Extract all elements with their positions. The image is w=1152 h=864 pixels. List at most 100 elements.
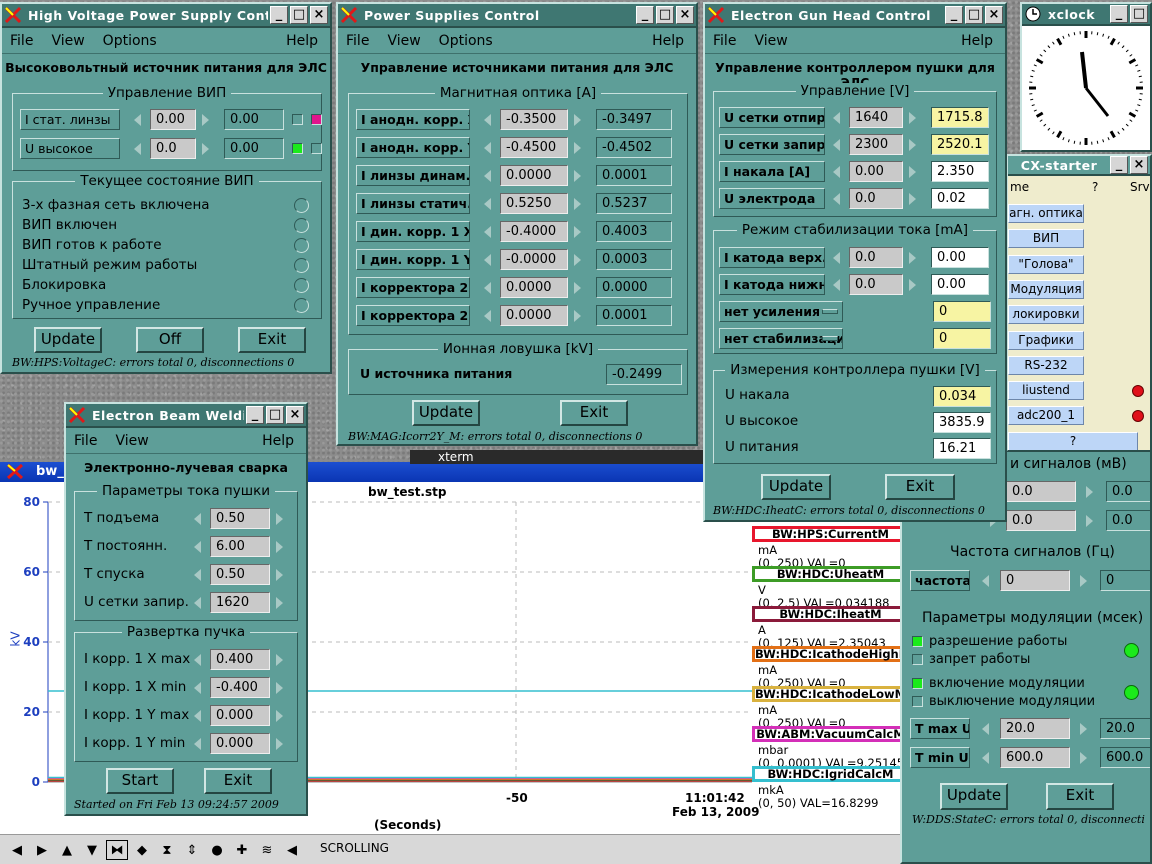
decrement-icon[interactable] — [192, 707, 208, 725]
increment-icon[interactable] — [570, 279, 586, 297]
setpoint-field[interactable]: 0.0 — [150, 138, 196, 159]
decrement-icon[interactable] — [482, 195, 498, 213]
setpoint-field[interactable]: -0.4000 — [500, 221, 568, 242]
menu-view[interactable]: View — [754, 33, 787, 49]
decrement-icon[interactable] — [132, 140, 148, 158]
increment-icon[interactable] — [1082, 483, 1098, 501]
decrement-icon[interactable] — [831, 136, 847, 154]
decrement-icon[interactable] — [192, 566, 208, 584]
increment-icon[interactable] — [905, 163, 921, 181]
zoom-out-h-icon[interactable]: ◆ — [131, 840, 153, 860]
increment-icon[interactable] — [272, 538, 288, 556]
maximize-button[interactable]: □ — [266, 406, 284, 424]
increment-icon[interactable] — [198, 140, 214, 158]
scroll-back-icon[interactable]: ◀ — [281, 840, 303, 860]
increment-icon[interactable] — [570, 307, 586, 325]
param-field[interactable]: 0.50 — [210, 508, 270, 529]
cx-item-button[interactable]: RS-232 — [1008, 355, 1084, 375]
close-button[interactable]: × — [676, 6, 694, 24]
arrow-down-icon[interactable]: ▼ — [81, 840, 103, 860]
increment-icon[interactable] — [272, 594, 288, 612]
minimize-button[interactable]: _ — [246, 406, 264, 424]
zoom-out-v-icon[interactable]: ⇕ — [181, 840, 203, 860]
decrement-icon[interactable] — [980, 749, 996, 767]
decrement-icon[interactable] — [482, 279, 498, 297]
param-field[interactable]: 0.000 — [210, 705, 270, 726]
menu-help[interactable]: Help — [262, 433, 294, 449]
increment-icon[interactable] — [272, 566, 288, 584]
update-button[interactable]: Update — [940, 783, 1008, 810]
setpoint-field[interactable]: 0.00 — [150, 109, 196, 130]
menu-file[interactable]: File — [74, 433, 97, 449]
increment-icon[interactable] — [905, 190, 921, 208]
increment-icon[interactable] — [905, 109, 921, 127]
cx-starter-titlebar[interactable]: CX-starter _ × — [1008, 156, 1150, 176]
arrow-right-icon[interactable]: ▶ — [31, 840, 53, 860]
tmax-set-field[interactable]: 20.0 — [1000, 718, 1070, 739]
exit-button[interactable]: Exit — [238, 327, 306, 353]
setpoint-field[interactable]: 0.0000 — [500, 165, 568, 186]
zoom-in-v-icon[interactable]: ⧗ — [156, 840, 178, 860]
exit-button[interactable]: Exit — [885, 474, 955, 500]
maximize-button[interactable]: □ — [965, 6, 983, 24]
egh-titlebar[interactable]: Electron Gun Head Control _ □ × — [705, 4, 1005, 28]
minimize-button[interactable]: _ — [1110, 5, 1128, 23]
setpoint-field[interactable]: -0.0000 — [500, 249, 568, 270]
update-button[interactable]: Update — [761, 474, 831, 500]
increment-icon[interactable] — [272, 651, 288, 669]
increment-icon[interactable] — [272, 735, 288, 753]
menu-view[interactable]: View — [51, 33, 84, 49]
increment-icon[interactable] — [905, 276, 921, 294]
decrement-icon[interactable] — [192, 735, 208, 753]
start-button[interactable]: Start — [106, 768, 174, 794]
decrement-icon[interactable] — [482, 307, 498, 325]
menu-options[interactable]: Options — [103, 33, 157, 49]
minimize-button[interactable]: _ — [270, 6, 288, 24]
reset-icon[interactable]: ● — [206, 840, 228, 860]
minimize-button[interactable]: _ — [636, 6, 654, 24]
increment-icon[interactable] — [1076, 572, 1092, 590]
increment-icon[interactable] — [570, 167, 586, 185]
increment-icon[interactable] — [570, 139, 586, 157]
cx-item-button[interactable]: Графики — [1008, 330, 1084, 350]
cx-item-button[interactable]: adc200_1 — [1008, 406, 1084, 426]
increment-icon[interactable] — [272, 510, 288, 528]
setpoint-field[interactable]: 0.0 — [849, 274, 903, 295]
menu-file[interactable]: File — [10, 33, 33, 49]
decrement-icon[interactable] — [980, 572, 996, 590]
increment-icon[interactable] — [570, 111, 586, 129]
xclock-titlebar[interactable]: xclock _ □ — [1022, 4, 1150, 26]
autoscale-icon[interactable]: ≋ — [256, 840, 278, 860]
close-button[interactable]: × — [985, 6, 1003, 24]
decrement-icon[interactable] — [192, 510, 208, 528]
exit-button[interactable]: Exit — [560, 400, 628, 426]
param-field[interactable]: 6.00 — [210, 536, 270, 557]
decrement-icon[interactable] — [831, 249, 847, 267]
setpoint-field[interactable]: -0.4500 — [500, 137, 568, 158]
decrement-icon[interactable] — [482, 251, 498, 269]
off-button[interactable]: Off — [136, 327, 204, 353]
decrement-icon[interactable] — [980, 720, 996, 738]
setpoint-field[interactable]: 0.00 — [849, 161, 903, 182]
setpoint-field[interactable]: 2300 — [849, 134, 903, 155]
increment-icon[interactable] — [1076, 720, 1092, 738]
menu-file[interactable]: File — [346, 33, 369, 49]
close-button[interactable]: × — [1130, 156, 1148, 174]
exit-button[interactable]: Exit — [204, 768, 272, 794]
cx-item-button[interactable]: агн. оптика — [1008, 204, 1084, 223]
increment-icon[interactable] — [570, 251, 586, 269]
update-button[interactable]: Update — [34, 327, 102, 353]
update-button[interactable]: Update — [412, 400, 480, 426]
decrement-icon[interactable] — [831, 163, 847, 181]
maximize-button[interactable]: □ — [656, 6, 674, 24]
decrement-icon[interactable] — [482, 223, 498, 241]
increment-icon[interactable] — [1076, 749, 1092, 767]
increment-icon[interactable] — [198, 111, 214, 129]
arrow-left-icon[interactable]: ◀ — [6, 840, 28, 860]
exit-button[interactable]: Exit — [1046, 783, 1114, 810]
menu-view[interactable]: View — [115, 433, 148, 449]
increment-icon[interactable] — [905, 136, 921, 154]
add-icon[interactable]: ✚ — [231, 840, 253, 860]
decrement-icon[interactable] — [831, 190, 847, 208]
radio-indicator[interactable] — [912, 636, 923, 647]
